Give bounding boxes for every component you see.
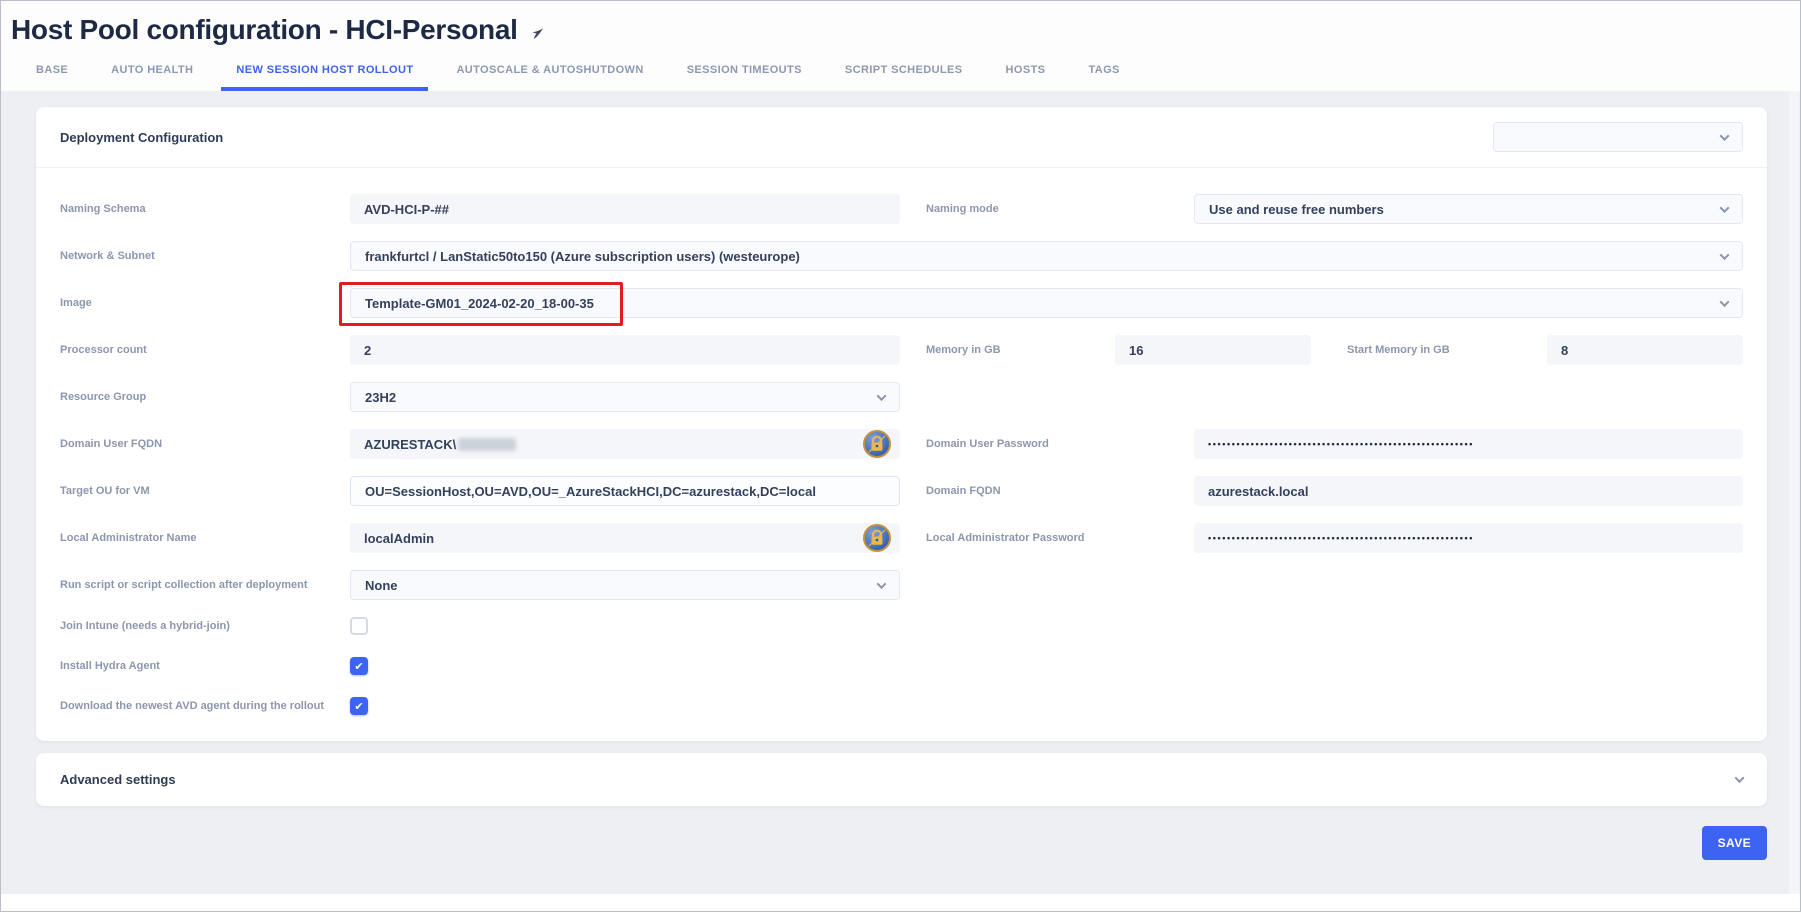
- credential-lock-icon[interactable]: [862, 429, 892, 459]
- target-ou-value: OU=SessionHost,OU=AVD,OU=_AzureStackHCI,…: [365, 484, 816, 499]
- domain-fqdn-value: azurestack.local: [1208, 484, 1308, 499]
- chevron-down-icon: [877, 391, 887, 401]
- join-intune-checkbox[interactable]: [350, 617, 368, 635]
- row-join-intune: Join Intune (needs a hybrid-join): [60, 617, 1743, 635]
- join-intune-label: Join Intune (needs a hybrid-join): [60, 617, 350, 634]
- page-title: Host Pool configuration - HCI-Personal: [11, 14, 518, 46]
- card-header: Deployment Configuration: [36, 107, 1767, 168]
- run-script-label: Run script or script collection after de…: [60, 578, 350, 592]
- start-memory-gb-input[interactable]: 8: [1547, 335, 1743, 365]
- content-area: Deployment Configuration Naming Schema A…: [1, 91, 1800, 894]
- domain-user-password-masked: ••••••••••••••••••••••••••••••••••••••••…: [1208, 439, 1474, 449]
- section-title: Deployment Configuration: [60, 130, 223, 145]
- deployment-form: Naming Schema AVD-HCI-P-## Naming mode U…: [36, 168, 1767, 741]
- tab-bar: BASE AUTO HEALTH NEW SESSION HOST ROLLOU…: [1, 49, 1800, 91]
- resource-group-label: Resource Group: [60, 390, 350, 404]
- naming-schema-value: AVD-HCI-P-##: [364, 202, 449, 217]
- tab-autoscale-autoshutdown[interactable]: AUTOSCALE & AUTOSHUTDOWN: [441, 49, 658, 91]
- row-network-subnet: Network & Subnet frankfurtcl / LanStatic…: [60, 241, 1743, 271]
- run-script-value: None: [365, 578, 398, 593]
- tab-script-schedules[interactable]: SCRIPT SCHEDULES: [830, 49, 978, 91]
- start-memory-gb-label: Start Memory in GB: [1347, 344, 1547, 356]
- domain-fqdn-input[interactable]: azurestack.local: [1194, 476, 1743, 506]
- tab-session-timeouts[interactable]: SESSION TIMEOUTS: [672, 49, 817, 91]
- install-hydra-agent-label: Install Hydra Agent: [60, 657, 350, 674]
- memory-gb-value: 16: [1129, 343, 1143, 358]
- card-header-select[interactable]: [1493, 122, 1743, 152]
- page-header: Host Pool configuration - HCI-Personal: [1, 1, 1800, 49]
- chevron-down-icon: [1720, 250, 1730, 260]
- chevron-down-icon: [1720, 297, 1730, 307]
- network-subnet-value: frankfurtcl / LanStatic50to150 (Azure su…: [365, 249, 800, 264]
- domain-user-fqdn-input[interactable]: AZURESTACK\: [350, 429, 900, 459]
- start-memory-gb-value: 8: [1561, 343, 1568, 358]
- network-subnet-select[interactable]: frankfurtcl / LanStatic50to150 (Azure su…: [350, 241, 1743, 271]
- row-domain-user: Domain User FQDN AZURESTACK\: [60, 429, 1743, 459]
- network-subnet-label: Network & Subnet: [60, 249, 350, 263]
- processor-count-input[interactable]: 2: [350, 335, 900, 365]
- download-avd-agent-checkbox[interactable]: [350, 697, 368, 715]
- naming-mode-select[interactable]: Use and reuse free numbers: [1194, 194, 1743, 224]
- chevron-down-icon: [877, 579, 887, 589]
- resource-group-select[interactable]: 23H2: [350, 382, 900, 412]
- target-ou-input[interactable]: OU=SessionHost,OU=AVD,OU=_AzureStackHCI,…: [350, 476, 900, 506]
- host-pool-configuration-page: Host Pool configuration - HCI-Personal B…: [1, 1, 1800, 894]
- tab-auto-health[interactable]: AUTO HEALTH: [96, 49, 208, 91]
- advanced-settings-label: Advanced settings: [60, 772, 176, 787]
- row-local-admin: Local Administrator Name localAdmin: [60, 523, 1743, 553]
- save-button[interactable]: SAVE: [1702, 826, 1767, 860]
- action-bar: SAVE: [36, 826, 1767, 860]
- credential-lock-icon[interactable]: [862, 523, 892, 553]
- domain-user-fqdn-label: Domain User FQDN: [60, 437, 350, 451]
- local-admin-name-input[interactable]: localAdmin: [350, 523, 900, 553]
- naming-mode-label: Naming mode: [926, 203, 1194, 215]
- install-hydra-agent-checkbox[interactable]: [350, 657, 368, 675]
- naming-schema-input[interactable]: AVD-HCI-P-##: [350, 194, 900, 224]
- memory-gb-label: Memory in GB: [926, 344, 1115, 356]
- chevron-down-icon: [1720, 131, 1730, 141]
- processor-count-label: Processor count: [60, 343, 350, 357]
- row-image: Image Template-GM01_2024-02-20_18-00-35: [60, 288, 1743, 318]
- naming-schema-label: Naming Schema: [60, 202, 350, 216]
- local-admin-password-label: Local Administrator Password: [926, 532, 1194, 544]
- rename-cursor-icon[interactable]: [528, 23, 548, 43]
- local-admin-name-label: Local Administrator Name: [60, 531, 350, 545]
- tab-base[interactable]: BASE: [21, 49, 83, 91]
- tab-new-session-host-rollout[interactable]: NEW SESSION HOST ROLLOUT: [221, 49, 428, 91]
- local-admin-password-masked: ••••••••••••••••••••••••••••••••••••••••…: [1208, 533, 1474, 543]
- row-run-script: Run script or script collection after de…: [60, 570, 1743, 600]
- naming-mode-value: Use and reuse free numbers: [1209, 202, 1384, 217]
- vertical-scrollbar[interactable]: [1789, 91, 1799, 894]
- processor-count-value: 2: [364, 343, 371, 358]
- memory-gb-input[interactable]: 16: [1115, 335, 1311, 365]
- domain-user-password-input[interactable]: ••••••••••••••••••••••••••••••••••••••••…: [1194, 429, 1743, 459]
- local-admin-password-input[interactable]: ••••••••••••••••••••••••••••••••••••••••…: [1194, 523, 1743, 553]
- chevron-down-icon: [1720, 203, 1730, 213]
- deployment-configuration-card: Deployment Configuration Naming Schema A…: [36, 107, 1767, 741]
- target-ou-label: Target OU for VM: [60, 484, 350, 498]
- download-avd-agent-label: Download the newest AVD agent during the…: [60, 697, 350, 714]
- resource-group-value: 23H2: [365, 390, 396, 405]
- image-label: Image: [60, 296, 350, 310]
- row-naming: Naming Schema AVD-HCI-P-## Naming mode U…: [60, 194, 1743, 224]
- image-value: Template-GM01_2024-02-20_18-00-35: [365, 296, 594, 311]
- local-admin-name-value: localAdmin: [364, 531, 434, 546]
- row-install-hydra: Install Hydra Agent: [60, 657, 1743, 675]
- image-select[interactable]: Template-GM01_2024-02-20_18-00-35: [350, 288, 1743, 318]
- row-target-ou: Target OU for VM OU=SessionHost,OU=AVD,O…: [60, 476, 1743, 506]
- advanced-settings-expander[interactable]: Advanced settings: [36, 753, 1767, 806]
- redacted-username: [458, 438, 516, 451]
- row-download-avd-agent: Download the newest AVD agent during the…: [60, 697, 1743, 715]
- row-compute: Processor count 2 Memory in GB 16 Start …: [60, 335, 1743, 365]
- chevron-down-icon: [1735, 773, 1745, 783]
- tab-hosts[interactable]: HOSTS: [991, 49, 1061, 91]
- tab-tags[interactable]: TAGS: [1073, 49, 1134, 91]
- domain-fqdn-label: Domain FQDN: [926, 485, 1194, 497]
- domain-user-password-label: Domain User Password: [926, 438, 1194, 450]
- run-script-select[interactable]: None: [350, 570, 900, 600]
- domain-user-fqdn-value: AZURESTACK\: [364, 437, 456, 452]
- row-resource-group: Resource Group 23H2: [60, 382, 1743, 412]
